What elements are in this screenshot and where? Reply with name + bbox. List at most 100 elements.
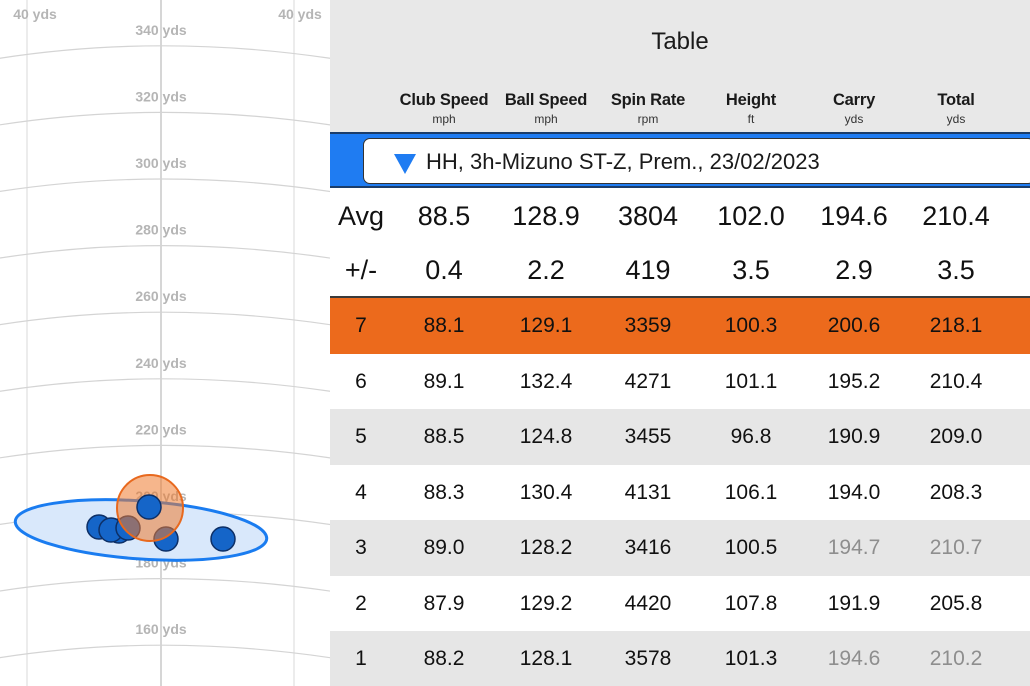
distance-label: 160 yds <box>135 621 187 637</box>
table-cell: 106.1 <box>724 480 778 504</box>
distance-label: 300 yds <box>135 155 187 171</box>
session-group-row[interactable]: HH, 3h-Mizuno ST-Z, Prem., 23/02/2023 <box>330 132 1030 188</box>
table-cell: 88.5 <box>423 425 465 448</box>
column-unit: mph <box>534 112 558 126</box>
distance-arc <box>0 111 330 126</box>
stat-value: 88.5 <box>417 201 471 231</box>
column-header[interactable]: Club Speed mph <box>392 91 496 126</box>
lateral-label-right: 40 yds <box>278 6 322 22</box>
table-cell: 3455 <box>624 425 672 448</box>
distance-arc <box>0 45 330 59</box>
lateral-label-left: 40 yds <box>13 6 57 22</box>
stat-value: 419 <box>625 255 671 285</box>
shot-number: 5 <box>355 425 367 448</box>
table-cell: 194.7 <box>827 536 881 559</box>
row-label: Avg <box>337 201 385 231</box>
session-label: HH, 3h-Mizuno ST-Z, Prem., 23/02/2023 <box>426 149 820 174</box>
column-unit: yds <box>844 112 864 126</box>
distance-arc <box>0 644 330 659</box>
distance-label: 240 yds <box>135 355 187 371</box>
table-row[interactable]: 2 87.9 129.2 4420 107.8 191.9 205.8 <box>330 575 1030 631</box>
table-cell: 210.7 <box>929 536 983 559</box>
table-cell: 205.8 <box>929 591 983 615</box>
column-header[interactable]: Spin Rate rpm <box>596 91 700 126</box>
column-header[interactable]: Total yds <box>904 91 1008 126</box>
table-cell: 4271 <box>624 369 672 393</box>
table-cell: 208.3 <box>929 480 983 504</box>
table-cell: 210.4 <box>929 369 983 393</box>
table-row[interactable]: 4 88.3 130.4 4131 106.1 194.0 208.3 <box>330 464 1030 520</box>
column-name: Ball Speed <box>504 91 588 109</box>
stat-value: 128.9 <box>512 201 580 231</box>
shot-number: 7 <box>355 314 367 337</box>
column-name: Height <box>725 91 777 109</box>
distance-arc <box>0 178 330 193</box>
table-cell: 128.1 <box>519 647 573 670</box>
collapse-triangle-icon[interactable] <box>394 154 416 174</box>
distance-label: 220 yds <box>135 421 187 437</box>
distance-arc <box>0 378 330 392</box>
column-name: Club Speed <box>399 91 489 109</box>
column-name: Carry <box>832 91 876 109</box>
table-cell: 195.2 <box>827 369 881 393</box>
table-cell: 89.1 <box>423 369 465 393</box>
table-cell: 100.3 <box>724 314 778 337</box>
table-row[interactable]: 6 89.1 132.4 4271 101.1 195.2 210.4 <box>330 353 1030 409</box>
shot-marker <box>210 526 236 552</box>
table-cell: 194.6 <box>827 647 881 670</box>
table-cell: 210.2 <box>929 647 983 670</box>
distance-arc <box>0 311 330 326</box>
deviation-row: +/- 0.4 2.2 419 3.5 2.9 3.5 <box>330 242 1030 298</box>
stat-value: 102.0 <box>717 201 785 231</box>
column-header[interactable]: Height ft <box>699 91 803 126</box>
stat-value: 2.9 <box>835 255 873 285</box>
table-row[interactable]: 1 88.2 128.1 3578 101.3 194.6 210.2 <box>330 631 1030 686</box>
table-cell: 218.1 <box>929 314 983 337</box>
stat-value: 210.4 <box>922 201 990 231</box>
table-cell: 87.9 <box>423 591 465 615</box>
distance-arc <box>0 444 330 459</box>
shot-table-panel: Table Club Speed mph Ball Speed mph Spin Rat… <box>330 0 1030 686</box>
table-cell: 89.0 <box>423 536 465 559</box>
table-cell: 209.0 <box>929 425 983 448</box>
average-row: Avg 88.5 128.9 3804 102.0 194.6 210.4 <box>330 188 1030 244</box>
table-row[interactable]: 3 89.0 128.2 3416 100.5 194.7 210.7 <box>330 520 1030 576</box>
shot-number: 4 <box>355 480 367 504</box>
table-row[interactable]: 5 88.5 124.8 3455 96.8 190.9 209.0 <box>330 409 1030 465</box>
table-cell: 3359 <box>624 314 672 337</box>
table-cell: 107.8 <box>724 591 778 615</box>
stat-value: 3804 <box>617 201 679 231</box>
column-header[interactable]: Ball Speed mph <box>494 91 598 126</box>
shot-number: 2 <box>355 591 367 615</box>
column-header[interactable]: Carry yds <box>802 91 906 126</box>
stat-value: 2.2 <box>527 255 565 285</box>
shot-number: 3 <box>355 536 367 559</box>
table-cell: 4420 <box>624 591 672 615</box>
distance-label: 340 yds <box>135 22 187 38</box>
distance-arc <box>0 245 330 259</box>
table-header: Table Club Speed mph Ball Speed mph Spin Rat… <box>330 0 1030 132</box>
column-unit: yds <box>946 112 966 126</box>
table-cell: 3416 <box>624 536 672 559</box>
shot-number: 6 <box>355 369 367 393</box>
page-title: Table <box>651 28 709 55</box>
table-cell: 190.9 <box>827 425 881 448</box>
distance-label: 280 yds <box>135 222 187 238</box>
table-cell: 4131 <box>624 480 672 504</box>
dispersion-plot[interactable]: 340 yds 320 yds 300 yds 280 yds 260 yds 240 y… <box>0 0 330 686</box>
column-unit: rpm <box>637 112 659 126</box>
table-cell: 101.1 <box>724 369 778 393</box>
table-cell: 101.3 <box>724 647 778 670</box>
table-cell: 132.4 <box>519 369 573 393</box>
dispersion-chart: 340 yds 320 yds 300 yds 280 yds 260 yds 240 y… <box>0 0 330 686</box>
table-cell: 96.8 <box>730 425 772 448</box>
table-cell: 191.9 <box>827 591 881 615</box>
table-cell: 129.2 <box>519 591 573 615</box>
table-cell: 100.5 <box>724 536 778 559</box>
table-cell: 3578 <box>624 647 672 670</box>
table-cell: 124.8 <box>519 425 573 448</box>
table-cell: 129.1 <box>519 314 573 337</box>
session-selector[interactable]: HH, 3h-Mizuno ST-Z, Prem., 23/02/2023 <box>363 138 1030 184</box>
table-row[interactable]: 7 88.1 129.1 3359 100.3 200.6 218.1 <box>330 298 1030 354</box>
column-unit: mph <box>432 112 456 126</box>
